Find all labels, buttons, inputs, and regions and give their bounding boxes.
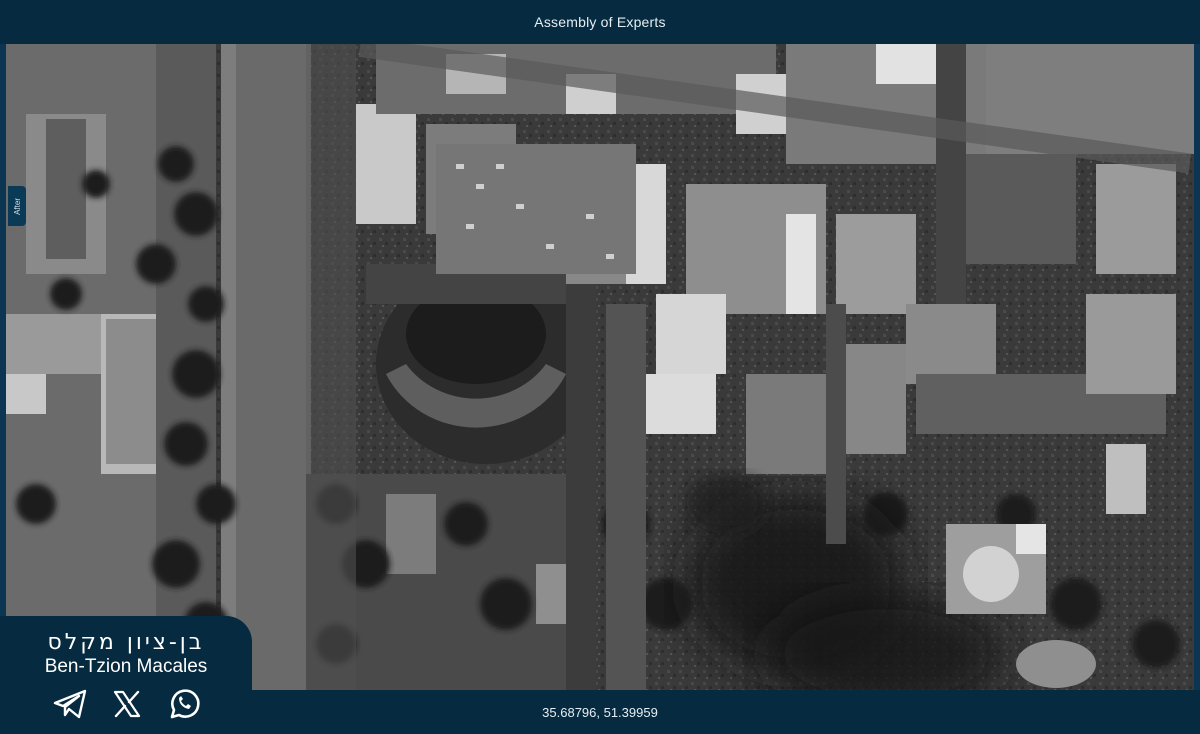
telegram-icon[interactable]: [52, 686, 88, 722]
credit-badge: בן-ציון מקלס Ben-Tzion Macales: [0, 616, 252, 734]
whatsapp-icon[interactable]: [166, 686, 202, 722]
satellite-image: [6, 44, 1194, 690]
credit-name-english: Ben-Tzion Macales: [44, 656, 208, 677]
after-label: After: [12, 197, 22, 215]
title-bar: Assembly of Experts: [0, 0, 1200, 44]
page-title: Assembly of Experts: [534, 14, 666, 30]
social-icons: [52, 686, 202, 722]
coordinates-readout: 35.68796, 51.39959: [542, 704, 658, 720]
x-icon[interactable]: [109, 686, 145, 722]
right-edge: [1194, 44, 1200, 690]
after-label-tab[interactable]: After: [8, 186, 26, 226]
credit-name-hebrew: בן-ציון מקלס: [47, 630, 205, 655]
satellite-image-drawing: [6, 44, 1194, 690]
